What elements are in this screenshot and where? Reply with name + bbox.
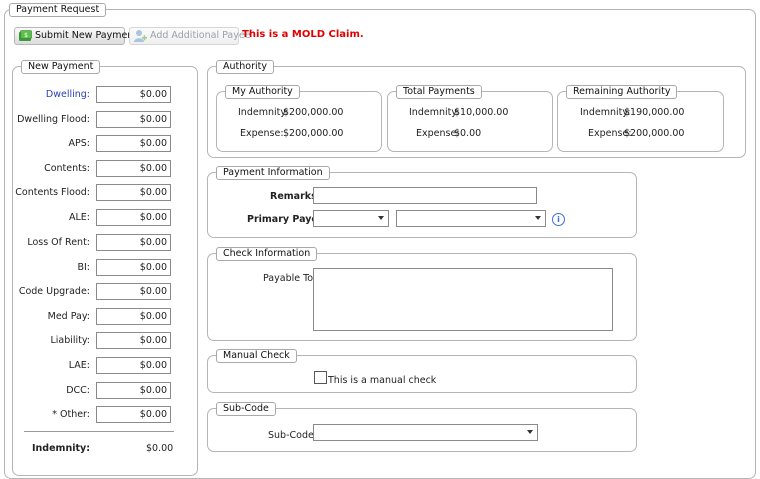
submit-new-payment-button[interactable]: $ Submit New Payment (14, 27, 137, 45)
med-pay-amount-input[interactable]: $0.00 (96, 308, 171, 325)
contents-amount-input[interactable]: $0.00 (96, 160, 171, 177)
manual-check-checkbox[interactable] (314, 371, 327, 384)
manual-check-label: This is a manual check (328, 375, 437, 386)
check-information-title: Check Information (216, 247, 318, 261)
remaining-authority-indemnity-value: $190,000.00 (624, 107, 685, 118)
loss-of-rent-amount-input[interactable]: $0.00 (96, 234, 171, 251)
lae-label: LAE: (68, 360, 90, 371)
bi-amount-input[interactable]: $0.00 (96, 259, 171, 276)
contents-label: Contents: (44, 163, 90, 174)
ale-amount-input[interactable]: $0.00 (96, 209, 171, 226)
remaining-authority-indemnity-label: Indemnity: (580, 107, 631, 118)
submit-new-payment-label: Submit New Payment (35, 30, 138, 41)
chevron-down-icon (527, 430, 533, 434)
indemnity-total-label: Indemnity: (32, 443, 90, 454)
bi-label: BI: (77, 262, 90, 273)
indemnity-total-value: $0.00 (146, 443, 174, 454)
ale-label: ALE: (69, 212, 90, 223)
money-icon: $ (19, 30, 32, 41)
dwelling-label: Dwelling: (45, 89, 90, 100)
med-pay-label: Med Pay: (47, 311, 90, 322)
lae-amount-input[interactable]: $0.00 (96, 357, 171, 374)
code-upgrade-amount-input[interactable]: $0.00 (96, 283, 171, 300)
total-payments-box: Total Payments (387, 85, 553, 152)
other-label: * Other: (52, 409, 90, 420)
add-additional-payee-label: Add Additional Payee (150, 30, 251, 41)
remarks-input[interactable] (313, 187, 537, 204)
chevron-down-icon (535, 216, 541, 220)
my-authority-title: My Authority (225, 85, 300, 99)
sub-code-label: Sub-Code: (268, 430, 318, 441)
dcc-label: DCC: (66, 385, 90, 396)
loss-of-rent-label: Loss Of Rent: (27, 237, 90, 248)
remaining-authority-box: Remaining Authority (557, 85, 724, 152)
aps-label: APS: (68, 138, 90, 149)
total-payments-expense-label: Expense: (416, 128, 460, 139)
dcc-amount-input[interactable]: $0.00 (96, 382, 171, 399)
aps-amount-input[interactable]: $0.00 (96, 135, 171, 152)
payable-to-label: Payable To: (263, 273, 317, 284)
other-amount-input[interactable]: $0.00 (96, 406, 171, 423)
new-payment-title: New Payment (21, 60, 101, 74)
info-icon[interactable]: i (552, 213, 565, 226)
total-payments-indemnity-value: $10,000.00 (454, 107, 509, 118)
payable-to-textarea[interactable] (313, 268, 613, 331)
payment-request-title: Payment Request (9, 3, 107, 17)
sub-code-select[interactable] (313, 424, 538, 441)
dwelling-flood-label: Dwelling Flood: (17, 114, 90, 125)
manual-check-panel: Manual Check (207, 349, 637, 393)
total-payments-title: Total Payments (396, 85, 482, 99)
primary-payee-type-select[interactable] (313, 210, 389, 227)
liability-amount-input[interactable]: $0.00 (96, 332, 171, 349)
payment-information-panel: Payment Information (207, 166, 637, 238)
total-divider (24, 431, 174, 432)
chevron-down-icon (378, 216, 384, 220)
my-authority-indemnity-value: $200,000.00 (283, 107, 344, 118)
code-upgrade-label: Code Upgrade: (18, 286, 90, 297)
remaining-authority-expense-value: $200,000.00 (624, 128, 685, 139)
authority-title: Authority (216, 60, 274, 74)
add-person-icon (134, 30, 147, 42)
manual-check-title: Manual Check (216, 349, 297, 363)
total-payments-indemnity-label: Indemnity: (409, 107, 460, 118)
my-authority-indemnity-label: Indemnity: (238, 107, 289, 118)
dwelling-amount-input[interactable]: $0.00 (96, 86, 171, 103)
remaining-authority-title: Remaining Authority (566, 85, 678, 99)
primary-payee-name-select[interactable] (396, 210, 546, 227)
add-additional-payee-button[interactable]: Add Additional Payee (129, 27, 251, 45)
my-authority-expense-label: Expense: (240, 128, 284, 139)
liability-label: Liability: (50, 335, 90, 346)
my-authority-box: My Authority (216, 85, 382, 152)
total-payments-expense-value: $0.00 (454, 128, 482, 139)
svg-text:$: $ (24, 32, 28, 39)
mold-claim-message: This is a MOLD Claim. (242, 29, 364, 40)
contents-flood-amount-input[interactable]: $0.00 (96, 184, 171, 201)
dwelling-flood-amount-input[interactable]: $0.00 (96, 111, 171, 128)
sub-code-title: Sub-Code (216, 402, 276, 416)
payment-information-title: Payment Information (216, 166, 330, 180)
my-authority-expense-value: $200,000.00 (283, 128, 344, 139)
contents-flood-label: Contents Flood: (15, 187, 90, 198)
